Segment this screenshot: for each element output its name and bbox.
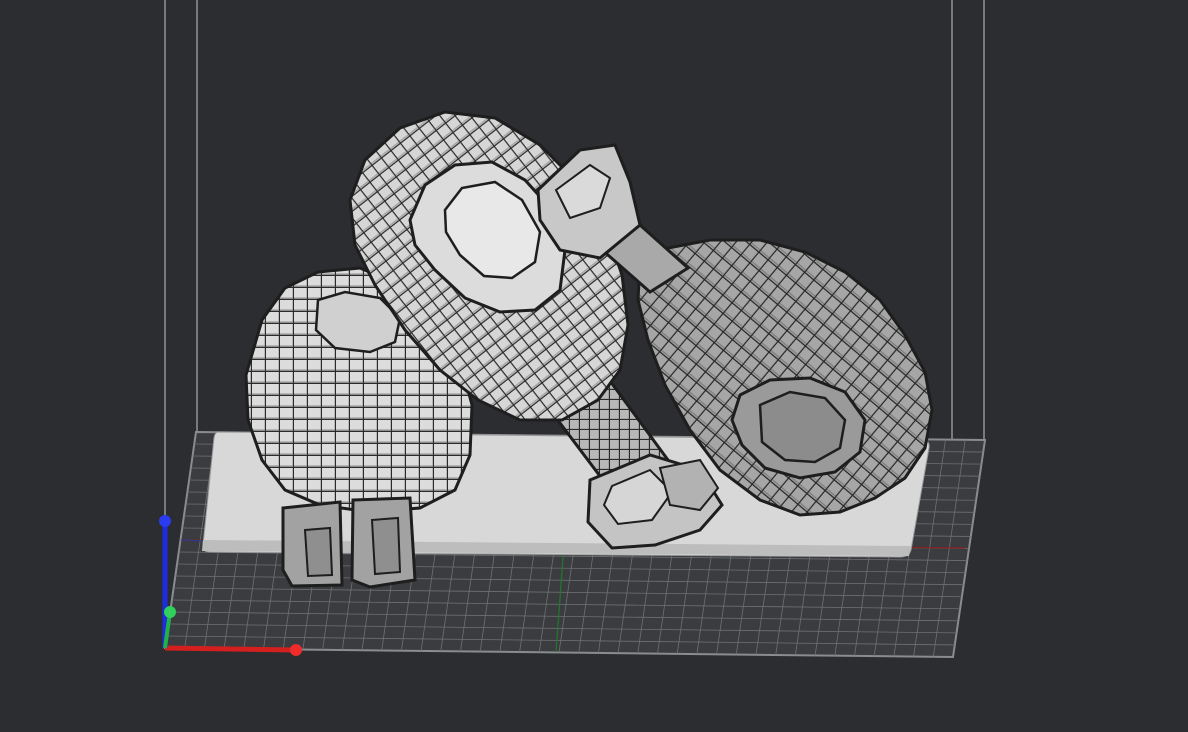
x-axis-handle[interactable] <box>290 644 302 656</box>
scene-canvas[interactable] <box>0 0 1188 732</box>
z-axis-handle[interactable] <box>159 515 171 527</box>
3d-viewport[interactable] <box>0 0 1188 732</box>
y-axis-handle[interactable] <box>164 606 176 618</box>
x-axis-line <box>164 645 297 653</box>
